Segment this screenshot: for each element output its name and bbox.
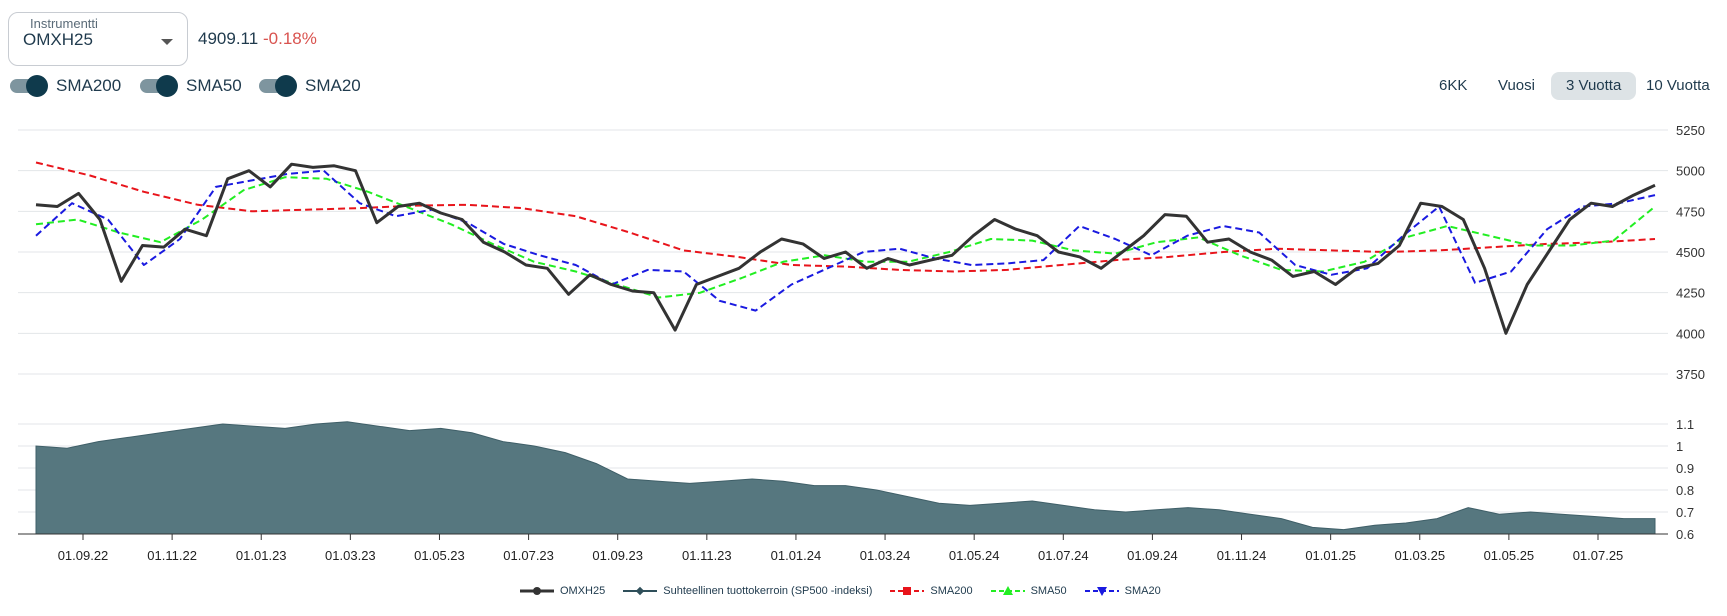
relative-area [35,421,1656,535]
legend-label: SMA200 [930,585,973,597]
x-tick-label: 01.01.25 [1305,548,1356,563]
x-tick-label: 01.03.25 [1394,548,1445,563]
x-tick-label: 01.11.23 [682,548,732,563]
x-tick-label: 01.07.24 [1038,548,1089,563]
legend-label: OMXH25 [560,585,606,597]
x-tick-label: 01.07.25 [1573,548,1624,563]
x-tick-label: 01.05.23 [414,548,465,563]
price-chart: 3750 4000 4250 4500 4750 5000 5250 0.6 0.7 0.8 0.9… [18,123,1705,563]
y-tick-label: 4750 [1676,204,1705,219]
legend-omxh25[interactable]: OMXH25 [520,585,605,597]
series-line-omxh25 [35,162,1656,335]
y-tick-label: 0.6 [1676,527,1694,542]
y-tick-label: 5000 [1676,164,1705,179]
x-tick-label: 01.09.23 [592,548,643,563]
y-tick-label: 0.9 [1676,461,1694,476]
chart-legend: OMXH25 Suhteellinen tuottokerroin (SP500… [520,585,1179,597]
x-tick-label: 01.11.22 [147,548,197,563]
legend-label: SMA20 [1124,585,1161,597]
x-tick-label: 01.09.24 [1127,548,1178,563]
x-tick-label: 01.05.24 [949,548,1000,563]
y-tick-label: 3750 [1676,367,1705,382]
legend-label: Suhteellinen tuottokerroin (SP500 -indek… [663,585,873,597]
x-tick-label: 01.01.24 [771,548,822,563]
x-tick-label: 01.01.23 [236,548,287,563]
y-tick-label: 1 [1676,439,1683,454]
y-tick-label: 4250 [1676,286,1705,301]
legend-sma200[interactable]: SMA200 [890,585,973,597]
series-line-sma20 [35,169,1656,312]
legend-sma20[interactable]: SMA20 [1084,585,1161,597]
legend-relative[interactable]: Suhteellinen tuottokerroin (SP500 -indek… [623,585,872,597]
legend-label: SMA50 [1030,585,1067,597]
x-tick-label: 01.05.25 [1484,548,1535,563]
series-line-sma50 [35,176,1656,299]
y-tick-label: 0.7 [1676,505,1694,520]
x-tick-label: 01.03.23 [325,548,376,563]
y-tick-label: 4000 [1676,326,1705,341]
y-tick-label: 4500 [1676,245,1705,260]
legend-sma50[interactable]: SMA50 [990,585,1067,597]
x-tick-label: 01.09.22 [58,548,109,563]
x-tick-label: 01.07.23 [503,548,554,563]
y-tick-label: 0.8 [1676,483,1694,498]
y-tick-label: 1.1 [1676,417,1694,432]
y-tick-label: 5250 [1676,123,1705,138]
x-tick-label: 01.03.24 [860,548,911,563]
x-tick-label: 01.11.24 [1217,548,1267,563]
